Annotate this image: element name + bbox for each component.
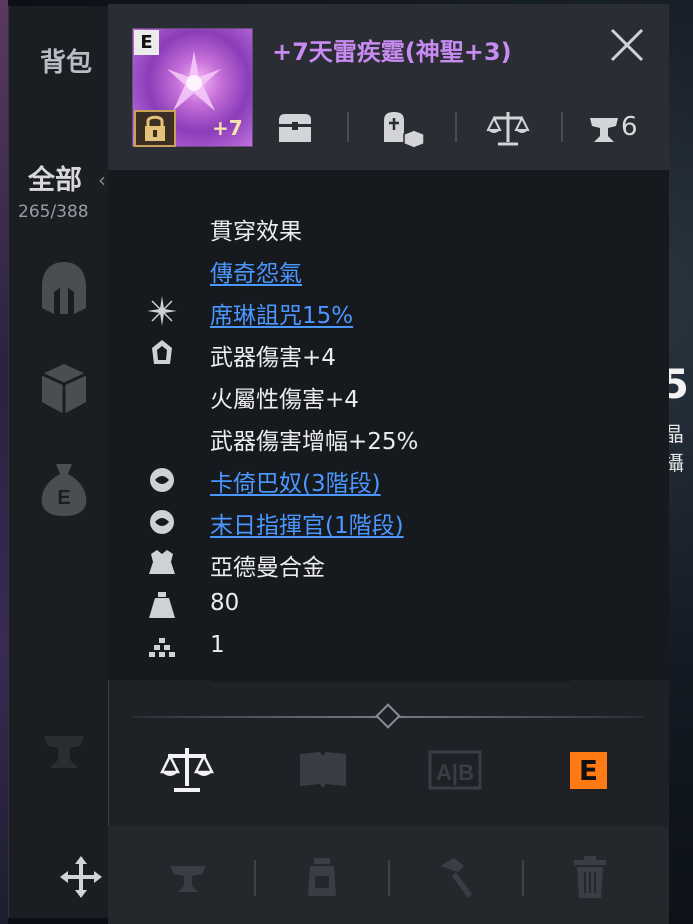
action-separator xyxy=(254,860,256,896)
bag-title: 背包 xyxy=(40,48,93,78)
money-bag-icon[interactable]: E xyxy=(36,458,92,518)
set-icon xyxy=(150,510,174,534)
claw-weapon-icon xyxy=(167,51,221,111)
sparkle-icon xyxy=(147,296,177,326)
scale-icon[interactable] xyxy=(486,108,530,148)
stat-line: 火屬性傷害+4 xyxy=(210,387,359,413)
stack-icon xyxy=(149,638,175,657)
stat-line: 1 xyxy=(210,632,225,658)
tab-book-icon[interactable] xyxy=(296,742,350,798)
header-separator xyxy=(561,112,563,142)
trash-icon[interactable] xyxy=(570,852,610,902)
box-icon[interactable] xyxy=(36,358,92,418)
helmet-icon[interactable] xyxy=(36,258,92,318)
stat-link[interactable]: 席琳詛咒15% xyxy=(210,296,353,330)
chest-icon[interactable] xyxy=(276,108,314,148)
lock-icon[interactable] xyxy=(134,110,176,147)
enhance-level: +7 xyxy=(212,116,243,140)
stat-link[interactable]: 卡倚巴奴(3階段) xyxy=(210,464,381,498)
weight-icon xyxy=(149,592,175,618)
left-edge-strip xyxy=(0,0,8,924)
anvil-icon[interactable] xyxy=(588,108,620,148)
enhance-anvil-icon[interactable] xyxy=(166,852,210,902)
stat-link[interactable]: 末日指揮官(1階段) xyxy=(210,506,404,540)
stat-line: 武器傷害+4 xyxy=(210,345,336,371)
svg-text:A|B: A|B xyxy=(436,760,474,785)
scroll-fade xyxy=(210,668,570,682)
chevron-left-icon[interactable]: ‹ xyxy=(98,168,106,192)
item-name: +7天雷疾霆(神聖+3) xyxy=(272,38,512,66)
stat-line: 貫穿效果 xyxy=(210,219,302,245)
header-separator xyxy=(347,112,349,142)
header-separator xyxy=(455,112,457,142)
close-icon[interactable] xyxy=(606,24,648,66)
bag-capacity: 265/388 xyxy=(18,202,89,222)
action-separator xyxy=(522,860,524,896)
material-icon xyxy=(149,550,175,574)
stat-line: 亞德曼合金 xyxy=(210,555,325,581)
stat-line: 武器傷害增幅+25% xyxy=(210,429,419,455)
svg-text:E: E xyxy=(57,487,70,509)
grade-badge: E xyxy=(134,30,159,55)
stat-line: 80 xyxy=(210,590,240,616)
tab-ab-compare-icon[interactable]: A|B xyxy=(428,742,482,798)
header-count: 6 xyxy=(621,112,638,142)
bag-filter-all[interactable]: 全部 xyxy=(28,158,82,197)
move-icon[interactable] xyxy=(56,852,106,902)
tab-e-badge[interactable]: E xyxy=(570,752,607,789)
anvil-faded-icon xyxy=(44,736,84,768)
hammer-icon[interactable] xyxy=(434,852,478,902)
stat-link[interactable]: 傳奇怨氣 xyxy=(210,254,302,288)
tab-compare-scale-icon[interactable] xyxy=(160,742,214,798)
tombstone-box-icon[interactable] xyxy=(380,108,428,148)
set-icon xyxy=(150,468,174,492)
potion-icon[interactable] xyxy=(304,852,340,902)
action-separator xyxy=(388,860,390,896)
crystal-icon xyxy=(152,340,172,364)
